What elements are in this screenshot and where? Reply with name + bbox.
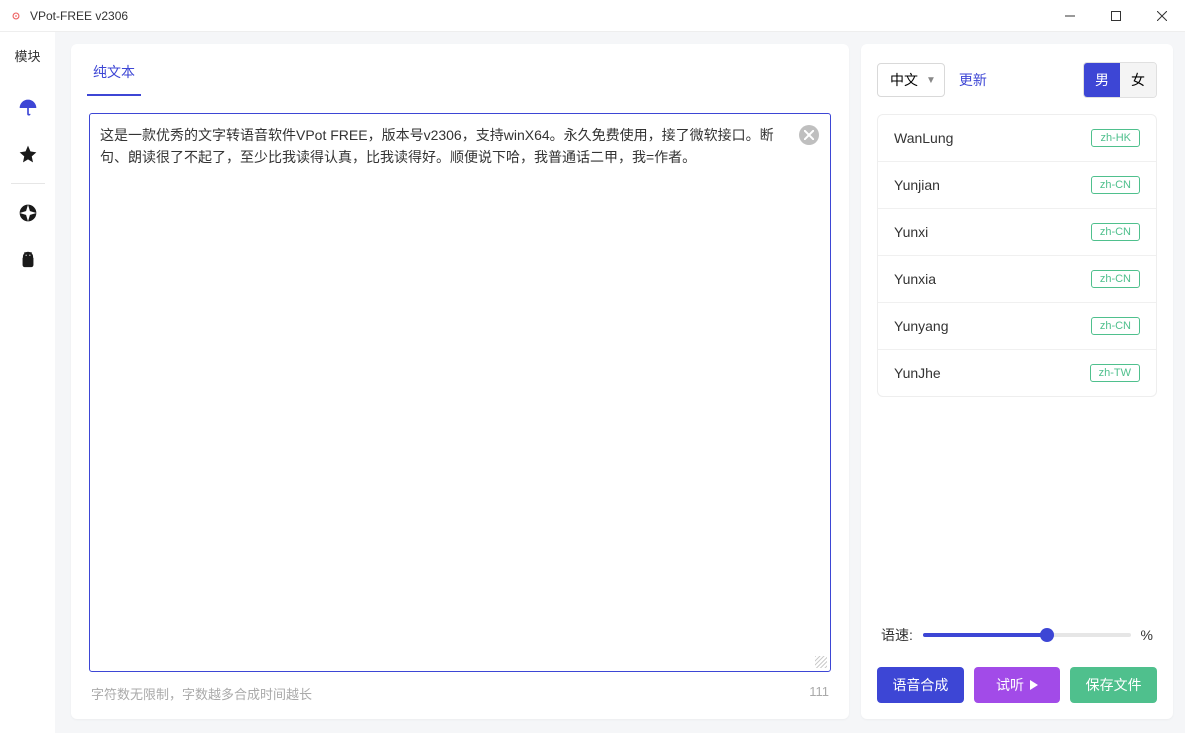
titlebar: VPot-FREE v2306	[0, 0, 1185, 32]
preview-label: 试听	[996, 675, 1024, 695]
tab-plaintext[interactable]: 纯文本	[87, 52, 141, 96]
resize-handle-icon[interactable]	[815, 656, 827, 668]
speed-label: 语速:	[881, 625, 913, 645]
sidebar: 模块	[0, 32, 55, 733]
chevron-down-icon: ▼	[926, 75, 936, 86]
sidebar-item-star[interactable]	[0, 131, 55, 177]
voice-name: Yunxi	[894, 224, 928, 240]
voice-name: Yunxia	[894, 271, 936, 287]
char-count: 111	[809, 684, 829, 703]
gender-female-button[interactable]: 女	[1120, 63, 1156, 97]
editor-card: 纯文本 字符数无限制，字数越多合成时间越长 111	[71, 44, 849, 719]
voice-item[interactable]: Yunxia zh-CN	[878, 256, 1156, 303]
sidebar-item-aperture[interactable]	[0, 190, 55, 236]
editor-status: 字符数无限制，字数越多合成时间越长 111	[71, 678, 849, 719]
text-input[interactable]	[89, 113, 831, 672]
voice-name: YunJhe	[894, 365, 941, 381]
update-link[interactable]: 更新	[959, 70, 987, 90]
voice-item[interactable]: Yunxi zh-CN	[878, 209, 1156, 256]
voice-item[interactable]: Yunjian zh-CN	[878, 162, 1156, 209]
app-icon	[8, 8, 24, 24]
slider-fill	[923, 633, 1048, 637]
editor-hint: 字符数无限制，字数越多合成时间越长	[91, 684, 312, 703]
speed-unit: %	[1141, 627, 1153, 643]
language-select[interactable]: 中文 ▼	[877, 63, 945, 97]
voice-item[interactable]: WanLung zh-HK	[878, 115, 1156, 162]
voice-locale-badge: zh-CN	[1091, 176, 1140, 194]
textarea-wrap	[89, 113, 831, 672]
language-value: 中文	[890, 70, 918, 90]
voice-locale-badge: zh-CN	[1091, 270, 1140, 288]
voice-name: Yunjian	[894, 177, 940, 193]
voice-list: WanLung zh-HK Yunjian zh-CN Yunxi zh-CN …	[877, 114, 1157, 397]
gender-male-button[interactable]: 男	[1084, 63, 1120, 97]
minimize-button[interactable]	[1047, 0, 1093, 32]
voice-name: Yunyang	[894, 318, 949, 334]
sidebar-item-android[interactable]	[0, 236, 55, 282]
play-icon	[1030, 680, 1038, 690]
save-file-button[interactable]: 保存文件	[1070, 667, 1157, 703]
slider-thumb[interactable]	[1040, 628, 1054, 642]
voice-locale-badge: zh-TW	[1090, 364, 1140, 382]
window-controls	[1047, 0, 1185, 32]
speed-slider[interactable]	[923, 633, 1131, 637]
voice-locale-badge: zh-HK	[1091, 129, 1140, 147]
sidebar-item-umbrella[interactable]	[0, 85, 55, 131]
voice-locale-badge: zh-CN	[1091, 223, 1140, 241]
sidebar-header: 模块	[14, 32, 40, 85]
tabs: 纯文本	[71, 44, 849, 97]
voice-panel: 中文 ▼ 更新 男 女 WanLung zh-HK Yunjian zh-CN	[861, 44, 1173, 719]
maximize-button[interactable]	[1093, 0, 1139, 32]
sidebar-divider	[11, 183, 45, 184]
clear-button[interactable]	[799, 125, 819, 145]
preview-button[interactable]: 试听	[974, 667, 1061, 703]
gender-toggle: 男 女	[1083, 62, 1157, 98]
voice-name: WanLung	[894, 130, 953, 146]
close-button[interactable]	[1139, 0, 1185, 32]
voice-item[interactable]: Yunyang zh-CN	[878, 303, 1156, 350]
voice-item[interactable]: YunJhe zh-TW	[878, 350, 1156, 396]
speed-row: 语速: %	[881, 625, 1153, 645]
voice-locale-badge: zh-CN	[1091, 317, 1140, 335]
synthesize-button[interactable]: 语音合成	[877, 667, 964, 703]
window-title: VPot-FREE v2306	[30, 9, 128, 23]
